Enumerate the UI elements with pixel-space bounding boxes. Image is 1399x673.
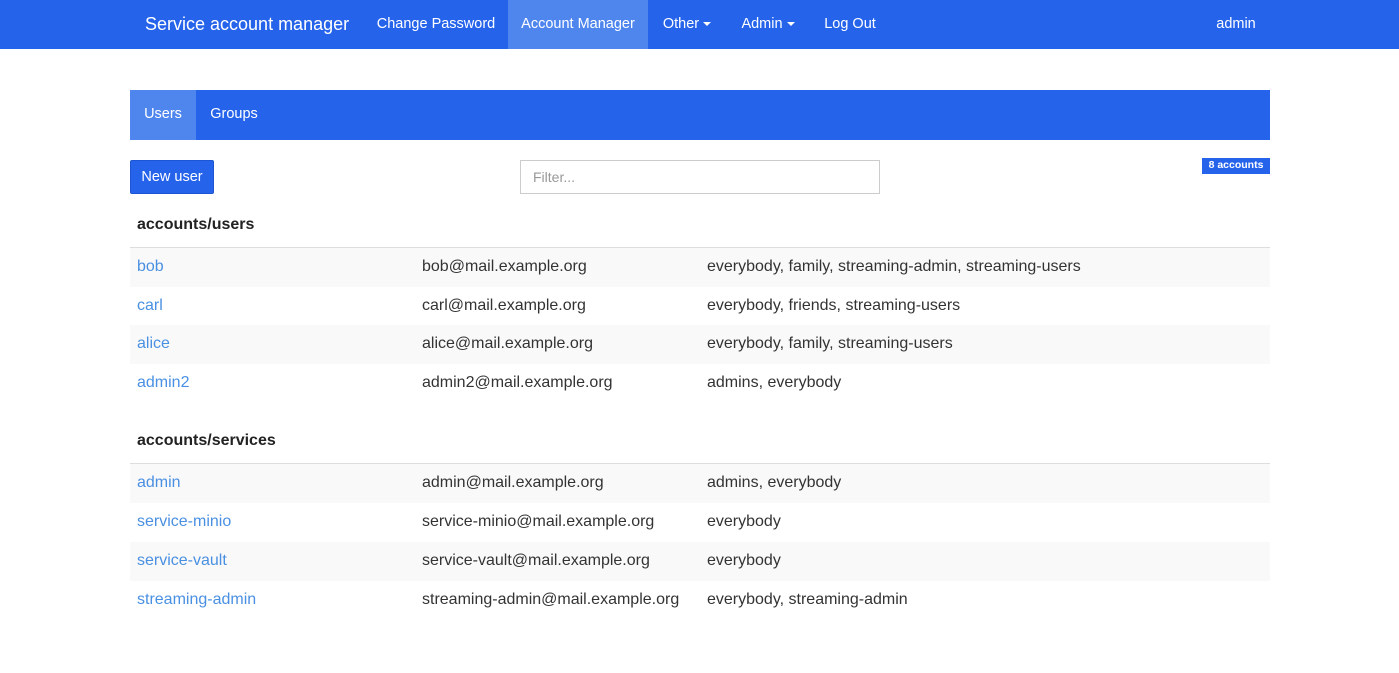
account-groups: everybody, friends, streaming-users bbox=[707, 297, 961, 314]
account-email: carl@mail.example.org bbox=[422, 297, 586, 314]
section-heading-users: accounts/users bbox=[137, 216, 255, 233]
table-row: carl carl@mail.example.org everybody, fr… bbox=[130, 287, 1270, 326]
table-row: alice alice@mail.example.org everybody, … bbox=[130, 325, 1270, 364]
nav-other-label: Other bbox=[662, 16, 700, 32]
account-name-link[interactable]: bob bbox=[137, 248, 164, 287]
top-navbar: Service account manager Change Password … bbox=[0, 0, 1399, 49]
new-user-button[interactable]: New user bbox=[130, 160, 214, 194]
account-groups: admins, everybody bbox=[707, 374, 842, 391]
section-heading-services: accounts/services bbox=[137, 432, 276, 449]
account-email: alice@mail.example.org bbox=[422, 335, 593, 352]
account-name-link[interactable]: streaming-admin bbox=[137, 581, 256, 620]
table-row: bob bob@mail.example.org everybody, fami… bbox=[130, 248, 1270, 287]
account-email: streaming-admin@mail.example.org bbox=[422, 591, 680, 608]
account-name-link[interactable]: carl bbox=[137, 287, 163, 326]
caret-down-icon bbox=[703, 22, 712, 27]
account-groups: everybody, family, streaming-users bbox=[707, 335, 953, 352]
account-groups: everybody, streaming-admin bbox=[707, 591, 908, 608]
account-name-link[interactable]: admin2 bbox=[137, 364, 189, 403]
account-name-link[interactable]: alice bbox=[137, 325, 170, 364]
nav-other-dropdown[interactable]: Other bbox=[648, 0, 726, 49]
tab-bar: Users Groups bbox=[130, 90, 1270, 140]
account-groups: everybody, family, streaming-admin, stre… bbox=[707, 258, 1081, 275]
account-groups: everybody bbox=[707, 552, 781, 569]
account-name-link[interactable]: service-minio bbox=[137, 503, 231, 542]
nav-current-user[interactable]: admin bbox=[1200, 0, 1272, 49]
table-row: service-minio service-minio@mail.example… bbox=[130, 503, 1270, 542]
nav-account-manager[interactable]: Account Manager bbox=[508, 0, 648, 49]
account-email: bob@mail.example.org bbox=[422, 258, 587, 275]
table-row: streaming-admin streaming-admin@mail.exa… bbox=[130, 581, 1270, 620]
account-email: admin@mail.example.org bbox=[422, 474, 604, 491]
account-name-link[interactable]: service-vault bbox=[137, 542, 227, 581]
account-name-link[interactable]: admin bbox=[137, 464, 181, 503]
table-row: admin admin@mail.example.org admins, eve… bbox=[130, 464, 1270, 503]
table-row: service-vault service-vault@mail.example… bbox=[130, 542, 1270, 581]
account-count-badge: 8 accounts bbox=[1202, 158, 1270, 174]
table-row: admin2 admin2@mail.example.org admins, e… bbox=[130, 364, 1270, 403]
tab-users[interactable]: Users bbox=[130, 90, 196, 140]
tab-groups[interactable]: Groups bbox=[196, 90, 272, 140]
account-email: service-vault@mail.example.org bbox=[422, 552, 650, 569]
account-email: admin2@mail.example.org bbox=[422, 374, 613, 391]
account-groups: everybody bbox=[707, 513, 781, 530]
account-groups: admins, everybody bbox=[707, 474, 842, 491]
nav-admin-label: Admin bbox=[741, 16, 783, 32]
nav-admin-dropdown[interactable]: Admin bbox=[728, 0, 808, 49]
caret-down-icon bbox=[786, 22, 795, 27]
nav-change-password[interactable]: Change Password bbox=[366, 0, 506, 49]
brand-title[interactable]: Service account manager bbox=[145, 0, 349, 49]
filter-input[interactable] bbox=[520, 160, 880, 194]
nav-log-out[interactable]: Log Out bbox=[812, 0, 888, 49]
account-email: service-minio@mail.example.org bbox=[422, 513, 655, 530]
